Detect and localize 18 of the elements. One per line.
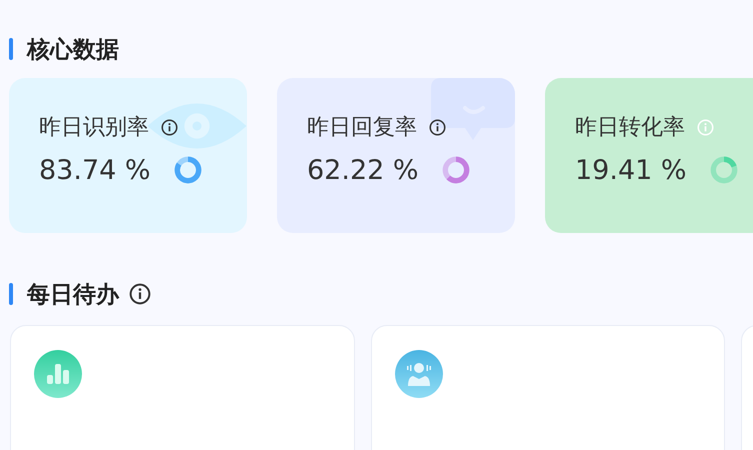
metric-label: 昨日识别率 xyxy=(39,114,149,142)
metric-value: 83.74 % xyxy=(39,154,152,186)
metric-value: 19.41 % xyxy=(575,154,688,186)
section-marker xyxy=(9,38,13,60)
section-title: 核心数据 xyxy=(27,36,119,64)
metric-label: 昨日转化率 xyxy=(575,114,685,142)
bar-chart-icon xyxy=(34,350,82,398)
info-icon[interactable] xyxy=(429,118,446,136)
person-speaking-icon xyxy=(395,350,443,398)
metric-label: 昨日回复率 xyxy=(307,114,417,142)
donut-chart xyxy=(708,154,740,186)
donut-chart xyxy=(172,154,204,186)
section-marker xyxy=(9,283,13,305)
info-icon[interactable] xyxy=(129,283,151,305)
metric-value: 62.22 % xyxy=(307,154,420,186)
info-icon[interactable] xyxy=(161,118,178,136)
section-title: 每日待办 xyxy=(27,280,119,310)
donut-chart xyxy=(440,154,472,186)
